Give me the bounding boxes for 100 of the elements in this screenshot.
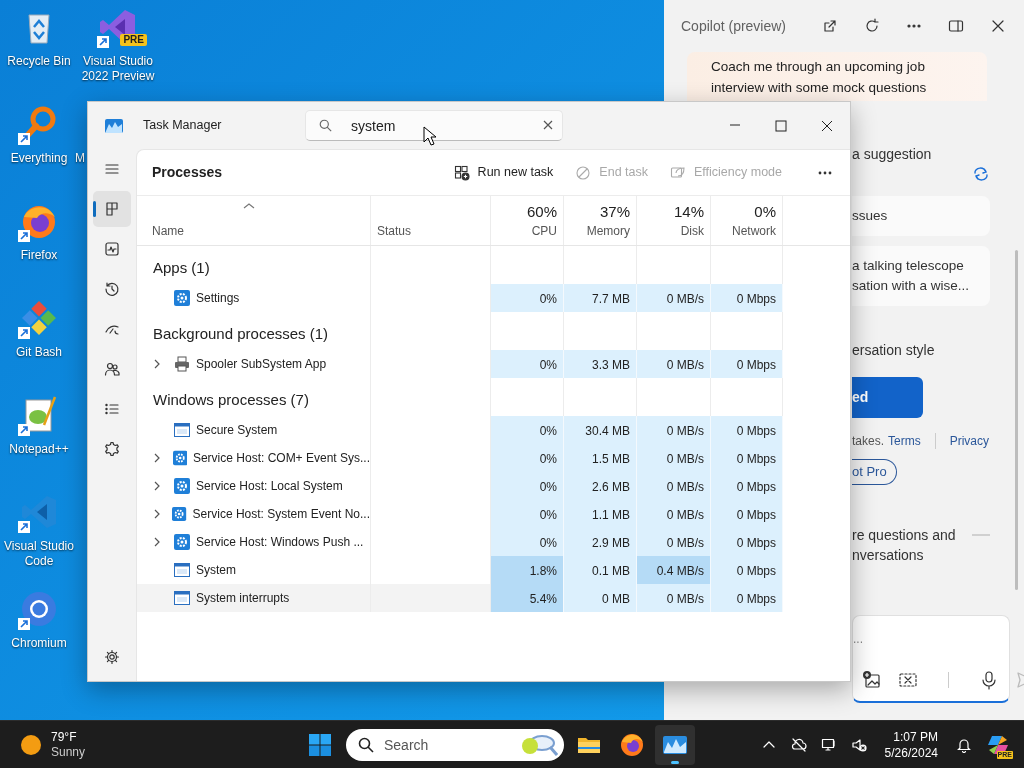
- pulse-chart-icon: [104, 241, 120, 257]
- add-image-icon[interactable]: [862, 670, 882, 690]
- search-icon: [358, 736, 374, 753]
- taskbar-button[interactable]: [655, 724, 695, 765]
- bell-icon[interactable]: [956, 736, 972, 753]
- group-heading: Windows processes (7): [152, 390, 310, 410]
- refresh-icon[interactable]: [864, 18, 880, 34]
- browser-icon: [619, 731, 645, 758]
- dash-icon: [972, 533, 990, 537]
- screenshot-icon[interactable]: [898, 670, 918, 690]
- table-cell: 0 MB/s: [637, 528, 711, 556]
- process-name[interactable]: Settings: [196, 289, 240, 307]
- icon-label[interactable]: Recycle Bin: [7, 54, 71, 69]
- process-name[interactable]: Spooler SubSystem App: [196, 355, 327, 373]
- preview-badge: PRE: [120, 34, 147, 46]
- list-icon: [104, 401, 120, 417]
- table-cell: 0.4 MB/s: [637, 556, 711, 584]
- sidebar-icon[interactable]: [948, 18, 964, 34]
- table-cell: 0 Mbps: [711, 500, 783, 528]
- icon-label[interactable]: Everything: [10, 151, 68, 166]
- table-cell: 0 Mbps: [711, 528, 783, 556]
- process-name[interactable]: System: [196, 561, 236, 579]
- monitor-icon[interactable]: [820, 736, 837, 753]
- table-cell: 1.5 MB: [564, 444, 637, 472]
- menu-icon: [104, 161, 120, 177]
- process-name[interactable]: Service Host: System Event No...: [192, 505, 370, 523]
- placeholder-text: ...: [853, 631, 863, 648]
- clock-history-icon: [104, 281, 120, 297]
- column-header[interactable]: Network: [732, 222, 776, 240]
- process-name[interactable]: Service Host: COM+ Event Sys...: [192, 449, 370, 467]
- window-icon: [174, 422, 190, 438]
- clock-date[interactable]: 5/26/2024: [884, 744, 938, 761]
- close-icon[interactable]: [990, 18, 1006, 34]
- column-total: 0%: [754, 202, 776, 222]
- icon-label[interactable]: M: [75, 151, 85, 166]
- section-heading: ersation style: [852, 341, 936, 360]
- chevron-right-icon[interactable]: [153, 537, 161, 547]
- table-cell: 0 Mbps: [711, 584, 783, 612]
- window-icon: [174, 590, 190, 606]
- open-external-icon[interactable]: [822, 18, 838, 34]
- gear-icon: [174, 290, 190, 306]
- clock-time[interactable]: 1:07 PM: [893, 728, 938, 745]
- table-cell: 0 MB/s: [637, 500, 711, 528]
- cloud-off-icon[interactable]: [790, 736, 807, 753]
- printer-icon: [174, 356, 190, 372]
- chevron-right-icon[interactable]: [153, 509, 161, 519]
- cog-icon: [104, 441, 120, 457]
- nav-item[interactable]: [93, 191, 131, 227]
- column-header[interactable]: Status: [377, 222, 412, 240]
- column-header[interactable]: CPU: [531, 222, 557, 240]
- icon-label[interactable]: Notepad++: [9, 442, 69, 457]
- scrollbar[interactable]: [1015, 250, 1018, 590]
- table-cell: 0 MB/s: [637, 416, 711, 444]
- table-cell: 0%: [491, 500, 564, 528]
- section-heading: a suggestion: [852, 145, 933, 164]
- table-cell: 0 Mbps: [711, 444, 783, 472]
- clear-button[interactable]: [543, 120, 553, 130]
- table-cell: 0.1 MB: [564, 556, 637, 584]
- grid-icon: [104, 201, 120, 217]
- icon-label[interactable]: Visual Studio 2022 Preview: [79, 54, 157, 84]
- info-text: re questions and nversations: [852, 526, 956, 565]
- search-icon: [319, 119, 332, 132]
- icon-label[interactable]: Visual Studio Code: [0, 539, 78, 569]
- style-button[interactable]: ed: [852, 377, 923, 418]
- microphone-icon[interactable]: [979, 670, 999, 690]
- group-heading: Background processes (1): [152, 324, 330, 344]
- process-name[interactable]: Service Host: Windows Push ...: [196, 533, 364, 551]
- table-cell: 1.1 MB: [564, 500, 637, 528]
- toolbar-button[interactable]: Run new task: [453, 163, 554, 182]
- icon-label[interactable]: Firefox: [20, 248, 58, 263]
- process-name[interactable]: Secure System: [196, 421, 278, 439]
- footer-link[interactable]: Privacy: [949, 432, 990, 450]
- column-total: 14%: [673, 202, 704, 222]
- maximize-icon: [775, 119, 787, 132]
- column-total: 60%: [526, 202, 557, 222]
- chevron-right-icon[interactable]: [153, 481, 161, 491]
- suggestion-card[interactable]: Coach me through an upcoming job interview with some mock questions: [687, 52, 987, 101]
- table-cell: 30.4 MB: [564, 416, 637, 444]
- chevron-right-icon[interactable]: [153, 453, 161, 463]
- panel-title: Copilot (preview): [681, 16, 787, 36]
- suggestion-card[interactable]: ssues: [852, 196, 990, 236]
- suggestion-card[interactable]: a talking telescope sation with a wise...: [852, 246, 990, 306]
- blocked-icon: [575, 164, 592, 181]
- temperature-text: 79°F: [51, 729, 78, 745]
- process-name[interactable]: Service Host: Local System: [196, 477, 343, 495]
- icon-label[interactable]: Chromium: [11, 636, 67, 651]
- refresh-icon[interactable]: [972, 166, 990, 182]
- chevron-right-icon[interactable]: [153, 359, 161, 369]
- footer-link[interactable]: Terms: [888, 432, 921, 450]
- column-header[interactable]: Memory: [586, 222, 630, 240]
- leaf-icon: [670, 164, 686, 181]
- table-cell: 0 MB/s: [637, 444, 711, 472]
- toolbar-button: Efficiency mode: [670, 163, 782, 182]
- weather-text: Sunny: [51, 744, 86, 760]
- column-header[interactable]: Disk: [680, 222, 704, 240]
- search-field[interactable]: Search: [346, 728, 564, 761]
- column-header[interactable]: Name: [152, 222, 184, 240]
- icon-label[interactable]: Git Bash: [16, 345, 62, 360]
- gear-icon: [172, 506, 187, 522]
- search-field[interactable]: system: [305, 110, 563, 141]
